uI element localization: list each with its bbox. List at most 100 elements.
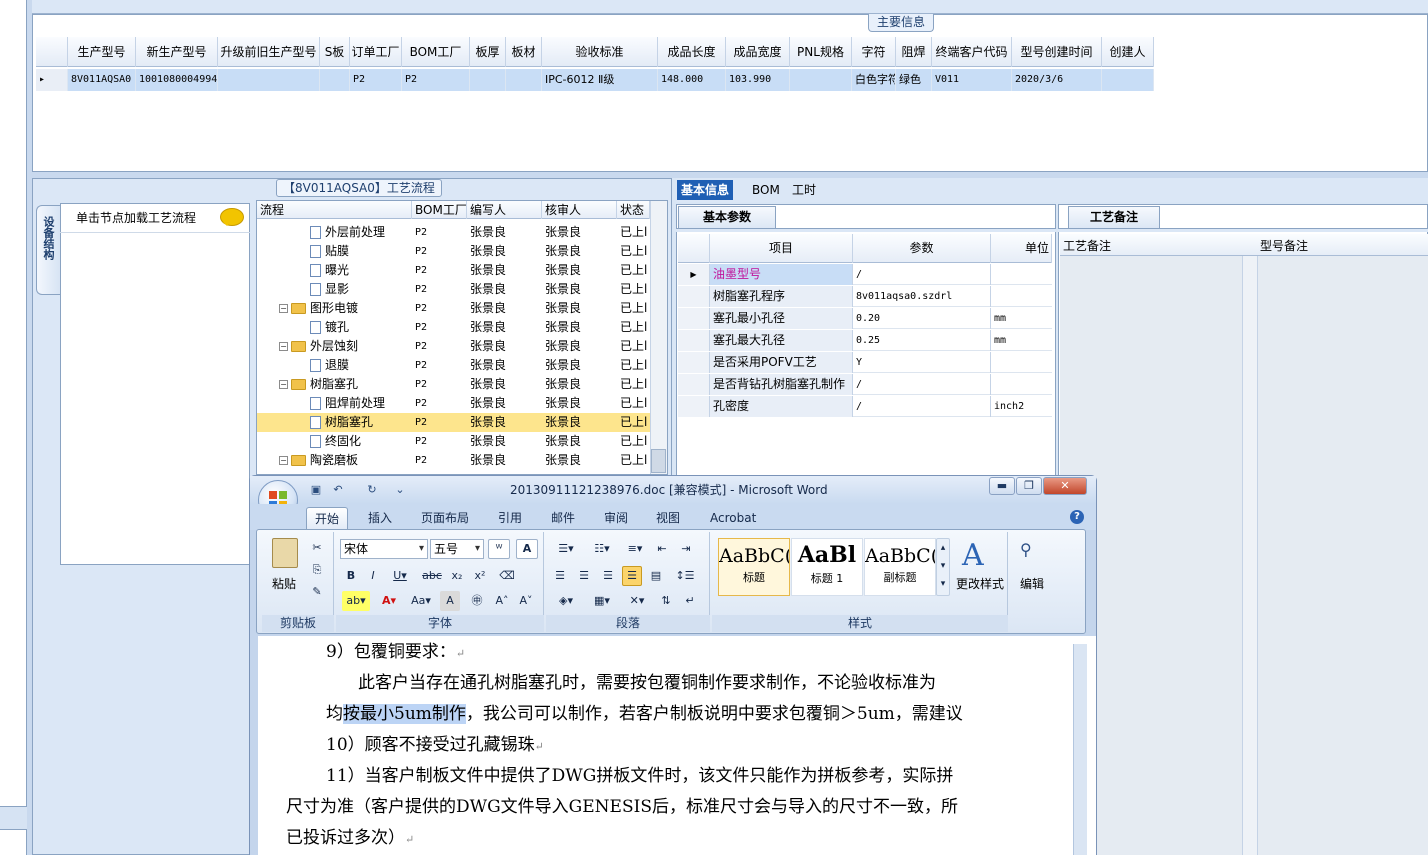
tab-page-layout[interactable]: 页面布局	[413, 507, 477, 529]
remarks-scrollbar[interactable]	[1242, 256, 1258, 855]
param-row[interactable]: 是否采用POFV工艺 Y	[678, 352, 1052, 373]
tree-node[interactable]: 阻焊前处理	[257, 394, 412, 413]
minimize-button[interactable]: ▬	[989, 477, 1015, 495]
tree-node[interactable]: 外层前处理	[257, 223, 412, 242]
process-tree-scrollbar[interactable]	[650, 201, 667, 474]
param-value[interactable]: /	[853, 396, 991, 417]
subscript-icon[interactable]: x₂	[447, 566, 467, 586]
tree-row[interactable]: − 陶瓷磨板 P2 张景良 张景良 已上l	[257, 451, 650, 470]
phonetic-guide-icon[interactable]: ᵂ	[488, 539, 510, 559]
decrease-indent-icon[interactable]: ⇤	[652, 539, 672, 559]
tree-node[interactable]: 退膜	[257, 356, 412, 375]
tree-node[interactable]: − 陶瓷磨板	[257, 451, 412, 470]
param-row[interactable]: 塞孔最小孔径 0.20 mm	[678, 308, 1052, 329]
change-styles-icon[interactable]: A	[962, 538, 984, 573]
param-value[interactable]: /	[853, 374, 991, 395]
save-icon[interactable]: ▣	[308, 482, 324, 498]
grid-header-cell[interactable]: 型号创建时间	[1012, 37, 1102, 67]
grid-header-cell[interactable]: PNL规格	[790, 37, 852, 67]
param-row[interactable]: 树脂塞孔程序 8v011aqsa0.szdrl	[678, 286, 1052, 307]
collapse-icon[interactable]: −	[279, 456, 288, 465]
document-scrollbar[interactable]	[1073, 644, 1087, 855]
binoculars-icon[interactable]: ⚲	[1020, 540, 1032, 559]
grid-cell[interactable]	[1102, 69, 1154, 91]
tab-work-hours[interactable]: 工时	[788, 180, 820, 200]
param-value[interactable]: /	[853, 264, 991, 285]
param-row[interactable]: ▶ 油墨型号 /	[678, 264, 1052, 285]
tree-row[interactable]: 退膜 P2 张景良 张景良 已上l	[257, 356, 650, 375]
restore-button[interactable]: ❐	[1016, 477, 1042, 495]
tree-row[interactable]: 显影 P2 张景良 张景良 已上l	[257, 280, 650, 299]
process-tree-scroll-thumb[interactable]	[651, 449, 666, 473]
tree-node[interactable]: 贴膜	[257, 242, 412, 261]
grid-cell[interactable]: V011	[932, 69, 1012, 91]
grow-font-icon[interactable]: A˄	[492, 591, 512, 611]
tree-node[interactable]: − 树脂塞孔	[257, 375, 412, 394]
model-remark-field[interactable]	[1258, 256, 1428, 855]
remarks-tab[interactable]: 工艺备注	[1068, 206, 1160, 228]
show-marks-icon[interactable]: ↵	[680, 591, 700, 611]
basic-params-tab[interactable]: 基本参数	[678, 206, 776, 228]
redo-icon[interactable]: ↻	[364, 482, 380, 498]
tab-acrobat[interactable]: Acrobat	[702, 507, 764, 529]
grid-header-cell[interactable]: 验收标准	[542, 37, 658, 67]
grid-header-cell[interactable]: 新生产型号	[136, 37, 218, 67]
grid-header-cell[interactable]: 创建人	[1102, 37, 1154, 67]
tree-node[interactable]: 终固化	[257, 432, 412, 451]
tree-node[interactable]: − 外层蚀刻	[257, 337, 412, 356]
italic-icon[interactable]: I	[364, 566, 382, 586]
justify-icon[interactable]: ☰	[622, 566, 642, 586]
character-border-icon[interactable]: A	[516, 539, 538, 559]
align-center-icon[interactable]: ☰	[574, 566, 594, 586]
close-button[interactable]: ✕	[1043, 477, 1087, 495]
tab-view[interactable]: 视图	[648, 507, 688, 529]
character-shading-icon[interactable]: A	[440, 591, 460, 611]
collapse-icon[interactable]: −	[279, 342, 288, 351]
highlight-icon[interactable]: ab▾	[342, 591, 370, 611]
param-value[interactable]: 0.25	[853, 330, 991, 351]
styles-scroll-icon[interactable]: ▴ ▾ ▾	[936, 538, 950, 596]
tab-mailings[interactable]: 邮件	[543, 507, 583, 529]
paste-icon[interactable]	[272, 538, 298, 568]
grid-cell[interactable]	[506, 69, 542, 91]
undo-icon[interactable]: ↶	[330, 482, 346, 498]
paste-label[interactable]: 粘贴	[272, 575, 296, 592]
sort-icon[interactable]: ⇅	[656, 591, 676, 611]
param-row[interactable]: 塞孔最大孔径 0.25 mm	[678, 330, 1052, 351]
grid-header-cell[interactable]: 成品长度	[658, 37, 726, 67]
clear-format-icon[interactable]: ⌫	[496, 566, 518, 586]
param-row[interactable]: 孔密度 / inch2	[678, 396, 1052, 417]
tree-row[interactable]: 外层前处理 P2 张景良 张景良 已上l	[257, 223, 650, 242]
tree-row[interactable]: − 树脂塞孔 P2 张景良 张景良 已上l	[257, 375, 650, 394]
tree-header-cell[interactable]: 流程	[257, 201, 412, 219]
superscript-icon[interactable]: x²	[470, 566, 490, 586]
multilevel-list-icon[interactable]: ≡▾	[622, 539, 648, 559]
tree-row[interactable]: 镀孔 P2 张景良 张景良 已上l	[257, 318, 650, 337]
grid-cell[interactable]: P2	[402, 69, 470, 91]
bullets-icon[interactable]: ☰▾	[550, 539, 582, 559]
grid-header-cell[interactable]: S板	[320, 37, 350, 67]
font-name-select[interactable]: 宋体	[340, 539, 428, 559]
grid-cell[interactable]	[470, 69, 506, 91]
font-size-select[interactable]: 五号	[430, 539, 484, 559]
tree-node[interactable]: 曝光	[257, 261, 412, 280]
collapse-icon[interactable]: −	[279, 380, 288, 389]
grid-cell[interactable]	[218, 69, 320, 91]
numbering-icon[interactable]: ☷▾	[586, 539, 618, 559]
grid-cell[interactable]: 2020/3/6	[1012, 69, 1102, 91]
tree-row[interactable]: 曝光 P2 张景良 张景良 已上l	[257, 261, 650, 280]
tree-node[interactable]: − 图形电镀	[257, 299, 412, 318]
grid-header-cell[interactable]: 生产型号	[68, 37, 136, 67]
tree-node[interactable]: 显影	[257, 280, 412, 299]
tree-header-cell[interactable]: 状态	[617, 201, 650, 219]
grid-header-cell[interactable]: 字符	[852, 37, 896, 67]
change-styles-label[interactable]: 更改样式	[956, 575, 1004, 592]
grid-header-cell[interactable]: 板厚	[470, 37, 506, 67]
quick-access-menu-icon[interactable]: ⌄	[392, 482, 408, 498]
help-icon[interactable]: ?	[1070, 510, 1084, 524]
align-right-icon[interactable]: ☰	[598, 566, 618, 586]
tree-header-cell[interactable]: BOM工厂	[412, 201, 467, 219]
tree-header-cell[interactable]: 核审人	[542, 201, 617, 219]
style-title[interactable]: AaBbC( 标题	[718, 538, 790, 596]
tab-review[interactable]: 审阅	[596, 507, 636, 529]
